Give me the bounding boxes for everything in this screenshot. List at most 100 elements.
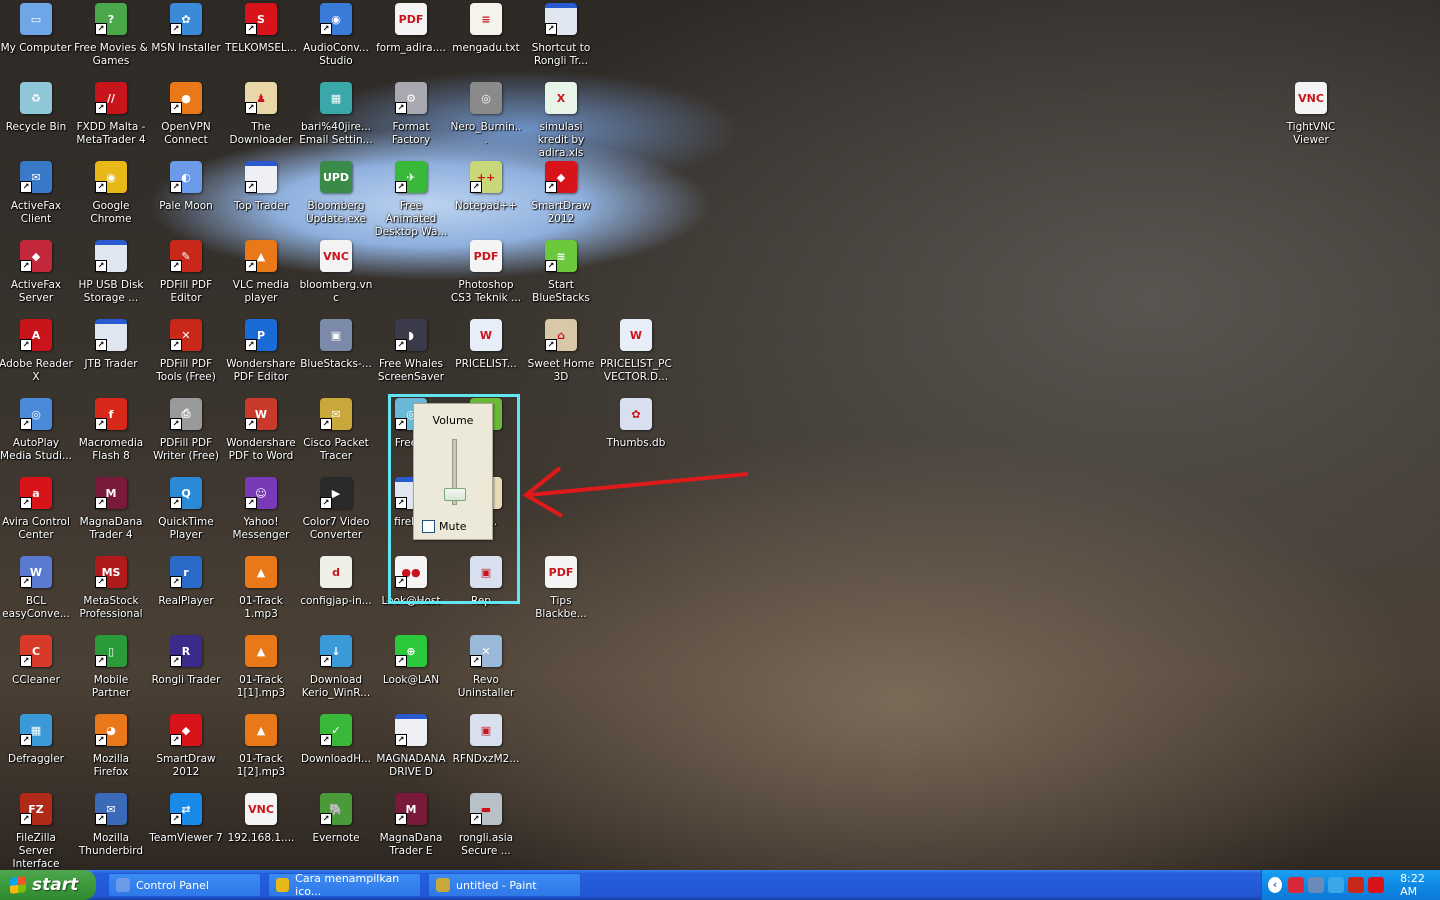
desktop-icon[interactable]: ≋ ↗ Start BlueStacks: [524, 240, 598, 305]
avira-tray-icon[interactable]: [1368, 877, 1385, 893]
taskbar-button[interactable]: Cara menampilkan ico...: [268, 872, 421, 898]
desktop-icon[interactable]: ✕ ↗ Revo Uninstaller: [449, 635, 523, 700]
desktop-icon[interactable]: ✓ ↗ DownloadH...: [299, 714, 373, 766]
desktop-icon[interactable]: ≡ mengadu.txt: [449, 3, 523, 55]
taskbar-button[interactable]: Control Panel: [108, 873, 261, 897]
desktop-icon[interactable]: ✈ ↗ Free Animated Desktop Wa...: [374, 161, 448, 239]
volume-slider-thumb[interactable]: [444, 488, 466, 502]
desktop-icon[interactable]: C ↗ CCleaner: [0, 635, 73, 687]
desktop-icon[interactable]: ✉ ↗ Cisco Packet Tracer: [299, 398, 373, 463]
desktop-icon[interactable]: ✉ ↗ Mozilla Thunderbird: [74, 793, 148, 858]
desktop-icon[interactable]: ◉ ↗ Google Chrome: [74, 161, 148, 226]
desktop-icon[interactable]: ▣ BlueStacks-...: [299, 319, 373, 371]
desktop-icon[interactable]: ▯ ↗ Mobile Partner: [74, 635, 148, 700]
desktop-icon[interactable]: ✎ ↗ PDFill PDF Editor: [149, 240, 223, 305]
desktop-icon[interactable]: ◎ ↗ AutoPlay Media Studi...: [0, 398, 73, 463]
desktop-icon[interactable]: VNC TightVNC Viewer: [1274, 82, 1348, 147]
desktop-icon[interactable]: Xsimulasi kredit by adira.xls: [524, 82, 598, 160]
desktop-icon[interactable]: ◎ Nero_Burnin...: [449, 82, 523, 147]
chrome-icon: [276, 878, 290, 892]
desktop-icon[interactable]: PDF Tips Blackbe...: [524, 556, 598, 621]
desktop-icon[interactable]: VNC bloomberg.vnc: [299, 240, 373, 305]
desktop-icon[interactable]: a ↗ Avira Control Center: [0, 477, 73, 542]
desktop-icon[interactable]: ↗ MAGNADANA DRIVE D: [374, 714, 448, 779]
control-panel-icon: [116, 878, 130, 892]
desktop-icon[interactable]: ↗ Shortcut to Rongli Tr...: [524, 3, 598, 68]
desktop-icon[interactable]: ▦ ↗ Defraggler: [0, 714, 73, 766]
desktop-icon[interactable]: ▲ ↗ VLC media player: [224, 240, 298, 305]
shortcut-arrow-icon: ↗: [95, 23, 107, 35]
desktop-icon[interactable]: ↓ ↗ Download Kerio_WinR...: [299, 635, 373, 700]
desktop-icon[interactable]: ♟ ↗ The Downloader: [224, 82, 298, 147]
metatrader-tray-icon[interactable]: [1348, 877, 1365, 893]
desktop-icon[interactable]: A ↗ Adobe Reader X: [0, 319, 73, 384]
desktop-icon[interactable]: ▣ RFNDxzM2...: [449, 714, 523, 766]
desktop-icon[interactable]: ⌂ ↗ Sweet Home 3D: [524, 319, 598, 384]
desktop-icon[interactable]: PDF Photoshop CS3 Teknik ...: [449, 240, 523, 305]
desktop-icon[interactable]: ▲ 01-Track 1.mp3: [224, 556, 298, 621]
desktop-icon[interactable]: ◐ ↗ Pale Moon: [149, 161, 223, 213]
desktop-icon[interactable]: ↗ JTB Trader: [74, 319, 148, 371]
desktop-icon[interactable]: MS ↗ MetaStock Professional: [74, 556, 148, 621]
desktop-icon[interactable]: ▶ ↗ Color7 Video Converter: [299, 477, 373, 542]
network-disconnected-icon[interactable]: [1308, 877, 1325, 893]
desktop-icon[interactable]: UPD Bloomberg Update.exe: [299, 161, 373, 226]
desktop-icon[interactable]: ↗ HP USB Disk Storage ...: [74, 240, 148, 305]
desktop-icon[interactable]: ◗ ↗ Free Whales ScreenSaver: [374, 319, 448, 384]
desktop-icon[interactable]: ◆ ↗ SmartDraw 2012: [149, 714, 223, 779]
desktop-icon[interactable]: ✿ Thumbs.db: [599, 398, 673, 450]
desktop-icon[interactable]: ++ ↗ Notepad++: [449, 161, 523, 213]
desktop-icon[interactable]: W ↗ BCL easyConve...: [0, 556, 73, 621]
desktop-icon[interactable]: P ↗ Wondershare PDF Editor: [224, 319, 298, 384]
desktop-icon[interactable]: ✕ ↗ PDFill PDF Tools (Free): [149, 319, 223, 384]
desktop-icon[interactable]: ♻ Recycle Bin: [0, 82, 73, 134]
desktop-icon[interactable]: r ↗ RealPlayer: [149, 556, 223, 608]
desktop-icon[interactable]: ⎙ ↗ PDFill PDF Writer (Free): [149, 398, 223, 463]
desktop-icon[interactable]: ▲ 01-Track 1[1].mp3: [224, 635, 298, 700]
start-button[interactable]: start: [0, 870, 96, 900]
taskbar-button[interactable]: untitled - Paint: [428, 873, 581, 897]
evernote-icon: 🐘 ↗: [320, 793, 352, 825]
desktop-icon[interactable]: ▭ My Computer: [0, 3, 73, 55]
desktop-icon[interactable]: ⇄ ↗ TeamViewer 7: [149, 793, 223, 845]
desktop-icon[interactable]: ☺ ↗ Yahoo! Messenger: [224, 477, 298, 542]
mute-checkbox[interactable]: Mute: [422, 520, 467, 533]
desktop-icon[interactable]: d configjap-in...: [299, 556, 373, 608]
chevron-left-icon[interactable]: ‹: [1268, 877, 1283, 893]
desktop-icon[interactable]: f ↗ Macromedia Flash 8: [74, 398, 148, 463]
desktop-icon[interactable]: ⊕ ↗ Look@LAN: [374, 635, 448, 687]
clock[interactable]: 8:22 AM: [1400, 872, 1440, 898]
desktop-icon[interactable]: W PRICELIST_PC VECTOR.D...: [599, 319, 673, 384]
desktop-icon[interactable]: W PRICELIST...: [449, 319, 523, 371]
network-icon[interactable]: [1328, 877, 1345, 893]
desktop-icon[interactable]: S ↗ TELKOMSEL...: [224, 3, 298, 55]
desktop-icon[interactable]: M ↗ MagnaDana Trader 4: [74, 477, 148, 542]
desktop-icon[interactable]: Q ↗ QuickTime Player: [149, 477, 223, 542]
desktop-icon[interactable]: VNC 192.168.1....: [224, 793, 298, 845]
desktop-icon[interactable]: ✿ ↗ MSN Installer: [149, 3, 223, 55]
desktop-icon[interactable]: R ↗ Rongli Trader: [149, 635, 223, 687]
desktop-icon[interactable]: ● ↗ OpenVPN Connect: [149, 82, 223, 147]
desktop-icon[interactable]: FZ ↗ FileZilla Server Interface: [0, 793, 73, 871]
magnadana-icon: M ↗: [395, 793, 427, 825]
desktop-icon[interactable]: ◆ ↗ SmartDraw 2012: [524, 161, 598, 226]
desktop-icon[interactable]: M ↗ MagnaDana Trader E: [374, 793, 448, 858]
desktop-icon[interactable]: ▦ bari%40jire... Email Settin...: [299, 82, 373, 147]
desktop-icon[interactable]: ⚙ ↗ Format Factory: [374, 82, 448, 147]
desktop-icon[interactable]: ◆ ↗ ActiveFax Server: [0, 240, 73, 305]
desktop-icon[interactable]: ↗ Top Trader: [224, 161, 298, 213]
shield-alert-icon[interactable]: [1288, 877, 1305, 893]
desktop-icon[interactable]: ◕ ↗ Mozilla Firefox: [74, 714, 148, 779]
desktop-icon[interactable]: ✉ ↗ ActiveFax Client: [0, 161, 73, 226]
desktop-icon[interactable]: ▲ 01-Track 1[2].mp3: [224, 714, 298, 779]
desktop-icon[interactable]: //↗ FXDD Malta - MetaTrader 4: [74, 82, 148, 147]
desktop-icon[interactable]: 🐘 ↗ Evernote: [299, 793, 373, 845]
shortcut-arrow-icon: ↗: [470, 813, 482, 825]
desktop-icon[interactable]: ◉ ↗ AudioConv... Studio: [299, 3, 373, 68]
desktop-icon[interactable]: PDF form_adira....: [374, 3, 448, 55]
desktop-icon[interactable]: W ↗ Wondershare PDF to Word: [224, 398, 298, 463]
shortcut-arrow-icon: ↗: [320, 734, 332, 746]
checkbox-box[interactable]: [422, 520, 435, 533]
desktop-icon[interactable]: ▬ ↗ rongli.asia Secure ...: [449, 793, 523, 858]
desktop-icon[interactable]: ? ↗ Free Movies & Games: [74, 3, 148, 68]
